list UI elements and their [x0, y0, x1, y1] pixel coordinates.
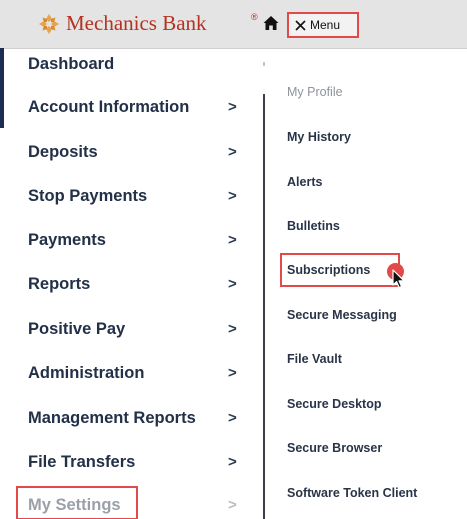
nav-item-label: Reports	[28, 274, 91, 293]
submenu-divider	[263, 94, 265, 519]
submenu-item-file-vault[interactable]: File Vault	[287, 349, 342, 369]
nav-item-label: Stop Payments	[28, 186, 148, 205]
submenu-item-my-history[interactable]: My History	[287, 127, 351, 147]
nav-item-my-settings[interactable]: My Settings >	[0, 485, 263, 519]
top-header-bar: Mechanics Bank ® Menu	[0, 0, 467, 49]
nav-item-label: File Transfers	[28, 452, 136, 471]
nav-item-positive-pay[interactable]: Positive Pay >	[0, 309, 263, 349]
chevron-right-icon: >	[228, 453, 237, 471]
nav-item-administration[interactable]: Administration >	[0, 353, 263, 393]
chevron-right-icon: >	[228, 143, 237, 161]
chevron-right-icon: >	[228, 231, 237, 249]
menu-label: Menu	[310, 18, 341, 32]
nav-item-account-information[interactable]: Account Information >	[0, 87, 263, 127]
nav-item-label: Administration	[28, 363, 145, 382]
home-icon[interactable]	[262, 14, 280, 32]
menu-close-button[interactable]: Menu	[287, 12, 359, 38]
submenu-item-bulletins[interactable]: Bulletins	[287, 216, 340, 236]
submenu-item-my-profile[interactable]: My Profile	[287, 82, 343, 102]
submenu-item-alerts[interactable]: Alerts	[287, 172, 322, 192]
nav-item-reports[interactable]: Reports >	[0, 264, 263, 304]
nav-item-label: My Settings	[28, 495, 121, 514]
nav-item-stop-payments[interactable]: Stop Payments >	[0, 176, 263, 216]
chevron-right-icon: >	[228, 364, 237, 382]
nav-item-label: Positive Pay	[28, 319, 126, 338]
nav-item-payments[interactable]: Payments >	[0, 220, 263, 260]
mouse-pointer-icon	[392, 269, 405, 289]
registered-mark: ®	[251, 12, 258, 22]
nav-item-deposits[interactable]: Deposits >	[0, 132, 263, 172]
bank-logo-icon	[39, 14, 59, 34]
close-icon	[295, 19, 306, 31]
chevron-right-icon: >	[228, 275, 237, 293]
submenu-item-secure-browser[interactable]: Secure Browser	[287, 438, 382, 458]
bank-name: Mechanics Bank	[66, 11, 207, 35]
chevron-right-icon: >	[228, 320, 237, 338]
submenu-item-secure-desktop[interactable]: Secure Desktop	[287, 394, 381, 414]
nav-item-dashboard[interactable]: Dashboard	[0, 45, 263, 83]
nav-item-label: Account Information	[28, 97, 190, 116]
nav-item-label: Dashboard	[28, 54, 115, 73]
nav-item-management-reports[interactable]: Management Reports >	[0, 398, 263, 438]
divider-tick	[263, 62, 265, 66]
nav-item-label: Payments	[28, 230, 106, 249]
screenshot: Mechanics Bank ® Menu Dashboard Account …	[0, 0, 467, 519]
submenu-item-software-token-client[interactable]: Software Token Client	[287, 483, 417, 503]
chevron-right-icon: >	[228, 496, 237, 514]
submenu-item-subscriptions[interactable]: Subscriptions	[287, 260, 370, 280]
nav-item-file-transfers[interactable]: File Transfers >	[0, 442, 263, 482]
submenu-item-secure-messaging[interactable]: Secure Messaging	[287, 305, 397, 325]
nav-item-label: Deposits	[28, 142, 98, 161]
chevron-right-icon: >	[228, 98, 237, 116]
chevron-right-icon: >	[228, 187, 237, 205]
chevron-right-icon: >	[228, 409, 237, 427]
nav-item-label: Management Reports	[28, 408, 196, 427]
